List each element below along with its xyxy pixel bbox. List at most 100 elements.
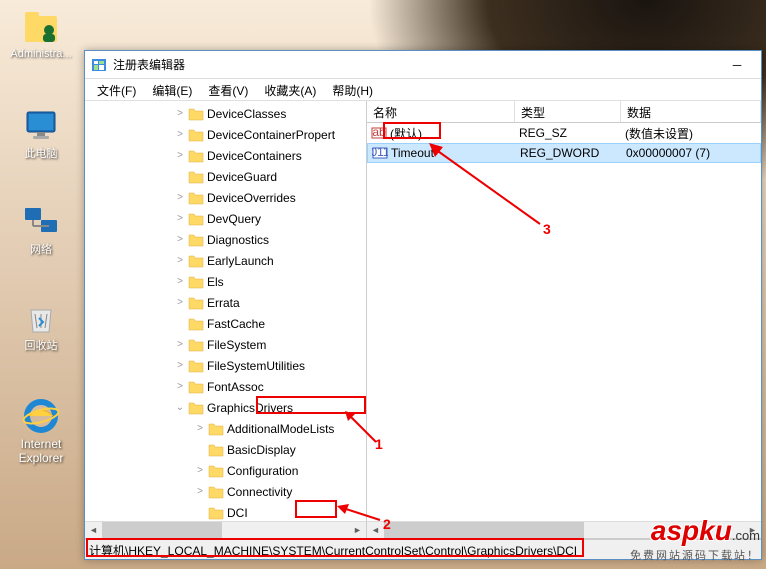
admin-folder-icon bbox=[21, 6, 61, 46]
folder-icon bbox=[208, 506, 224, 520]
desktop-icon-ie[interactable]: InternetExplorer bbox=[10, 396, 72, 466]
tree-label: Els bbox=[207, 275, 224, 289]
tree-expander[interactable]: > bbox=[193, 486, 207, 497]
tree-item[interactable]: > DeviceContainerPropert bbox=[85, 124, 366, 145]
tree-expander[interactable]: > bbox=[173, 255, 187, 266]
svg-text:011: 011 bbox=[372, 145, 388, 159]
tree-label: Diagnostics bbox=[207, 233, 269, 247]
folder-icon bbox=[188, 317, 204, 331]
value-data: (数值未设置) bbox=[621, 125, 761, 142]
tree-item[interactable]: >FontAssoc bbox=[85, 376, 366, 397]
scroll-right-button[interactable]: ► bbox=[349, 522, 366, 538]
desktop-icon-network[interactable]: 网络 bbox=[10, 202, 72, 257]
tree-item[interactable]: >AdditionalModeLists bbox=[85, 418, 366, 439]
menu-edit[interactable]: 编辑(E) bbox=[144, 79, 200, 100]
value-name: Timeout bbox=[391, 146, 434, 160]
tree-item[interactable]: >FileSystem bbox=[85, 334, 366, 355]
svg-text:ab: ab bbox=[372, 125, 386, 139]
tree-item[interactable]: BasicDisplay bbox=[85, 439, 366, 460]
desktop-icon-pc[interactable]: 此电脑 bbox=[10, 106, 72, 161]
desktop-icon-label: InternetExplorer bbox=[10, 438, 72, 466]
folder-icon bbox=[188, 191, 204, 205]
folder-icon bbox=[188, 233, 204, 247]
value-data: 0x00000007 (7) bbox=[622, 146, 760, 160]
folder-icon bbox=[208, 464, 224, 478]
tree-scrollbar-h[interactable]: ◄ ► bbox=[85, 521, 366, 538]
menubar: 文件(F) 编辑(E) 查看(V) 收藏夹(A) 帮助(H) bbox=[85, 79, 761, 101]
tree-item[interactable]: ⌄ GraphicsDrivers bbox=[85, 397, 366, 418]
folder-icon bbox=[188, 338, 204, 352]
window-title: 注册表编辑器 bbox=[113, 56, 719, 73]
tree-label: BasicDisplay bbox=[227, 443, 296, 457]
tree-expander[interactable]: ⌄ bbox=[173, 402, 187, 413]
tree-expander[interactable]: > bbox=[173, 360, 187, 371]
tree-expander[interactable]: > bbox=[193, 423, 207, 434]
list-row[interactable]: 011TimeoutREG_DWORD0x00000007 (7) bbox=[367, 143, 761, 163]
tree-expander[interactable]: > bbox=[173, 297, 187, 308]
watermark-com: .com bbox=[732, 528, 760, 543]
desktop-icon-admin[interactable]: Administra... bbox=[10, 6, 72, 61]
minimize-button[interactable]: ─ bbox=[719, 54, 755, 76]
tree-expander[interactable]: > bbox=[173, 108, 187, 119]
recycle-icon bbox=[21, 298, 61, 338]
tree-expander[interactable]: > bbox=[173, 381, 187, 392]
value-icon: 011 bbox=[372, 145, 388, 161]
tree-label: GraphicsDrivers bbox=[207, 401, 293, 415]
desktop-icon-label: 回收站 bbox=[10, 340, 72, 353]
tree-item[interactable]: > Diagnostics bbox=[85, 229, 366, 250]
tree-label: DeviceGuard bbox=[207, 170, 277, 184]
titlebar[interactable]: 注册表编辑器 ─ bbox=[85, 51, 761, 79]
menu-view[interactable]: 查看(V) bbox=[200, 79, 256, 100]
tree-item[interactable]: > DeviceClasses bbox=[85, 103, 366, 124]
tree-item[interactable]: > Errata bbox=[85, 292, 366, 313]
tree-expander[interactable]: > bbox=[173, 150, 187, 161]
tree-expander[interactable]: > bbox=[173, 276, 187, 287]
column-data[interactable]: 数据 bbox=[621, 101, 761, 122]
menu-help[interactable]: 帮助(H) bbox=[324, 79, 381, 100]
tree-item[interactable]: DCI bbox=[85, 502, 366, 521]
tree-item[interactable]: > EarlyLaunch bbox=[85, 250, 366, 271]
scroll-thumb[interactable] bbox=[102, 522, 222, 538]
value-icon: ab bbox=[371, 125, 387, 141]
desktop-icon-recycle[interactable]: 回收站 bbox=[10, 298, 72, 353]
tree-item[interactable]: >DevQuery bbox=[85, 208, 366, 229]
column-type[interactable]: 类型 bbox=[515, 101, 621, 122]
tree-label: DeviceContainerPropert bbox=[207, 128, 335, 142]
scroll-thumb[interactable] bbox=[384, 522, 584, 538]
tree-item[interactable]: >Connectivity bbox=[85, 481, 366, 502]
tree-label: DeviceOverrides bbox=[207, 191, 296, 205]
tree-expander[interactable]: > bbox=[173, 192, 187, 203]
tree-item[interactable]: DeviceGuard bbox=[85, 166, 366, 187]
tree-expander[interactable]: > bbox=[173, 129, 187, 140]
desktop-icon-label: 网络 bbox=[10, 244, 72, 257]
menu-file[interactable]: 文件(F) bbox=[89, 79, 144, 100]
column-name[interactable]: 名称 bbox=[367, 101, 515, 122]
list-row[interactable]: ab(默认)REG_SZ(数值未设置) bbox=[367, 123, 761, 143]
folder-icon bbox=[188, 107, 204, 121]
tree-item[interactable]: > Els bbox=[85, 271, 366, 292]
desktop-icon-label: Administra... bbox=[10, 48, 72, 61]
tree-label: EarlyLaunch bbox=[207, 254, 274, 268]
tree-label: FileSystemUtilities bbox=[207, 359, 305, 373]
menu-favorites[interactable]: 收藏夹(A) bbox=[256, 79, 324, 100]
folder-icon bbox=[188, 212, 204, 226]
folder-icon bbox=[188, 359, 204, 373]
tree-panel: >DeviceClasses>DeviceContainerPropert>De… bbox=[85, 101, 367, 538]
tree-expander[interactable]: > bbox=[173, 339, 187, 350]
scroll-left-button[interactable]: ◄ bbox=[367, 522, 384, 538]
tree-expander[interactable]: > bbox=[173, 234, 187, 245]
tree-item[interactable]: FastCache bbox=[85, 313, 366, 334]
tree-item[interactable]: > FileSystemUtilities bbox=[85, 355, 366, 376]
tree-label: Errata bbox=[207, 296, 240, 310]
regedit-icon bbox=[91, 57, 107, 73]
list-header: 名称 类型 数据 bbox=[367, 101, 761, 123]
scroll-left-button[interactable]: ◄ bbox=[85, 522, 102, 538]
tree-item[interactable]: > DeviceOverrides bbox=[85, 187, 366, 208]
tree-expander[interactable]: > bbox=[193, 465, 207, 476]
tree-item[interactable]: >DeviceContainers bbox=[85, 145, 366, 166]
tree-item[interactable]: >Configuration bbox=[85, 460, 366, 481]
tree-expander[interactable]: > bbox=[173, 213, 187, 224]
tree-label: DeviceClasses bbox=[207, 107, 286, 121]
folder-icon bbox=[188, 254, 204, 268]
tree-label: DCI bbox=[227, 506, 248, 520]
